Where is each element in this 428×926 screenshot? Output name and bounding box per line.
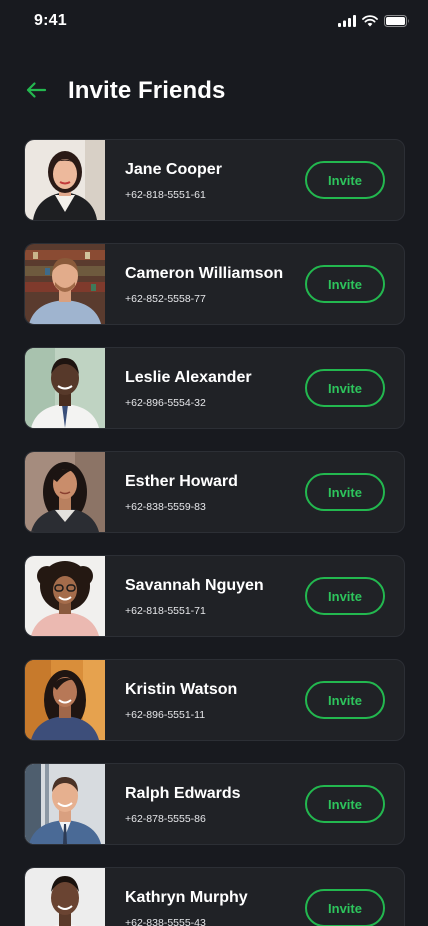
arrow-left-icon	[25, 81, 47, 104]
cellular-signal-icon	[338, 15, 356, 27]
friend-card: Kathryn Murphy +62-838-5555-43 Invite	[24, 867, 405, 926]
friend-name: Esther Howard	[125, 473, 238, 490]
avatar	[25, 348, 105, 428]
friend-phone: +62-838-5559-83	[125, 501, 206, 513]
friend-phone: +62-896-5554-32	[125, 397, 206, 409]
avatar	[25, 452, 105, 532]
friend-card: Ralph Edwards +62-878-5555-86 Invite	[24, 763, 405, 845]
friends-list: Jane Cooper +62-818-5551-61 Invite Camer…	[24, 139, 405, 926]
friend-card: Kristin Watson +62-896-5551-11 Invite	[24, 659, 405, 741]
friend-name: Kristin Watson	[125, 681, 238, 698]
avatar	[25, 764, 105, 844]
avatar	[25, 660, 105, 740]
friend-phone: +62-852-5558-77	[125, 293, 206, 305]
friend-phone: +62-818-5551-71	[125, 605, 206, 617]
avatar	[25, 140, 105, 220]
status-icons	[338, 15, 410, 27]
friend-phone: +62-878-5555-86	[125, 813, 206, 825]
wifi-icon	[362, 15, 378, 27]
status-bar: 9:41	[0, 0, 428, 44]
friend-name: Leslie Alexander	[125, 369, 252, 386]
friend-card: Cameron Williamson +62-852-5558-77 Invit…	[24, 243, 405, 325]
friend-name: Savannah Nguyen	[125, 577, 264, 594]
friend-phone: +62-818-5551-61	[125, 189, 206, 201]
invite-button[interactable]: Invite	[305, 889, 385, 926]
header: Invite Friends	[0, 72, 428, 114]
friend-card: Savannah Nguyen +62-818-5551-71 Invite	[24, 555, 405, 637]
friend-name: Ralph Edwards	[125, 785, 241, 802]
battery-icon	[384, 15, 410, 27]
friend-card: Leslie Alexander +62-896-5554-32 Invite	[24, 347, 405, 429]
page-title: Invite Friends	[68, 77, 226, 104]
friend-phone: +62-896-5551-11	[125, 709, 206, 721]
invite-button[interactable]: Invite	[305, 681, 385, 719]
friend-name: Kathryn Murphy	[125, 889, 248, 906]
invite-button[interactable]: Invite	[305, 369, 385, 407]
invite-button[interactable]: Invite	[305, 265, 385, 303]
friend-card: Jane Cooper +62-818-5551-61 Invite	[24, 139, 405, 221]
invite-friends-screen: 9:41 Invite Friends Jane Cooper +62-818-…	[0, 0, 428, 926]
back-button[interactable]	[22, 78, 50, 106]
invite-button[interactable]: Invite	[305, 473, 385, 511]
friend-name: Cameron Williamson	[125, 265, 284, 282]
friend-name: Jane Cooper	[125, 161, 222, 178]
avatar	[25, 244, 105, 324]
avatar	[25, 556, 105, 636]
avatar	[25, 868, 105, 926]
status-time: 9:41	[34, 12, 67, 29]
invite-button[interactable]: Invite	[305, 785, 385, 823]
friend-card: Esther Howard +62-838-5559-83 Invite	[24, 451, 405, 533]
friend-phone: +62-838-5555-43	[125, 917, 206, 926]
invite-button[interactable]: Invite	[305, 161, 385, 199]
invite-button[interactable]: Invite	[305, 577, 385, 615]
